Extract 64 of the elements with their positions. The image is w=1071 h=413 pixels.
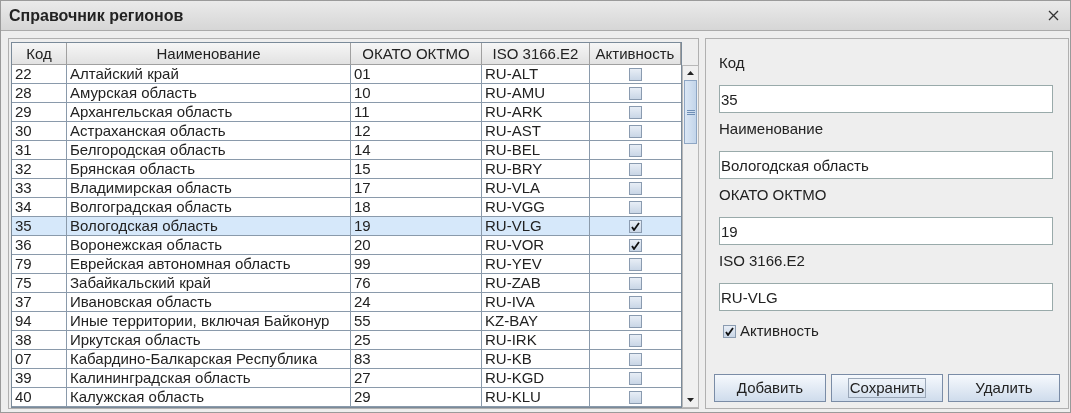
checkbox[interactable]: [629, 219, 642, 233]
table-row[interactable]: 32 Брянская область 15 RU-BRY: [12, 160, 681, 179]
field-label: Наименование: [719, 119, 824, 139]
scroll-thumb[interactable]: [684, 80, 697, 144]
table-row[interactable]: 79 Еврейская автономная область 99 RU-YEV: [12, 255, 681, 274]
grip-icon: [686, 109, 695, 115]
close-icon: [1047, 10, 1059, 21]
table-row[interactable]: 94 Иные территории, включая Байконур 55 KZ-BAY: [12, 312, 681, 331]
column-header[interactable]: Код: [12, 43, 67, 65]
table-row[interactable]: 07 Кабардино-Балкарская Республика 83 RU-KB: [12, 350, 681, 369]
scrollbar[interactable]: [682, 65, 699, 408]
table-row[interactable]: 28 Амурская область 10 RU-AMU: [12, 84, 681, 103]
table-cell: RU-KLU: [482, 388, 590, 407]
table-row[interactable]: 34 Волгоградская область 18 RU-VGG: [12, 198, 681, 217]
checkbox[interactable]: [629, 371, 642, 385]
field-label: ISO 3166.E2: [719, 251, 806, 271]
checkbox[interactable]: [629, 143, 642, 157]
checkbox[interactable]: [629, 238, 642, 252]
checkbox[interactable]: [629, 200, 642, 214]
checkbox[interactable]: [629, 352, 642, 366]
checkbox[interactable]: [629, 276, 642, 290]
table-cell: Калужская область: [67, 388, 351, 407]
input-field[interactable]: Вологодская область: [719, 151, 1053, 179]
checkbox[interactable]: [629, 105, 642, 119]
table-row[interactable]: 37 Ивановская область 24 RU-IVA: [12, 293, 681, 312]
column-header[interactable]: ISO 3166.E2: [482, 43, 590, 65]
checkbox[interactable]: [629, 181, 642, 195]
checkbox[interactable]: [629, 314, 642, 328]
table-row[interactable]: 31 Белгородская область 14 RU-BEL: [12, 141, 681, 160]
action-button[interactable]: Сохранить: [831, 374, 943, 402]
input-field[interactable]: RU-VLG: [719, 283, 1053, 311]
table-row[interactable]: 36 Воронежская область 20 RU-VOR: [12, 236, 681, 255]
input-field[interactable]: 35: [719, 85, 1053, 113]
checkbox[interactable]: [723, 324, 736, 338]
table-row[interactable]: 29 Архангельская область 11 RU-ARK: [12, 103, 681, 122]
table-row[interactable]: 22 Алтайский край 01 RU-ALT: [12, 65, 681, 84]
table-row[interactable]: 38 Иркутская область 25 RU-IRK: [12, 331, 681, 350]
checkbox[interactable]: [629, 162, 642, 176]
table-row[interactable]: 30 Астраханская область 12 RU-AST: [12, 122, 681, 141]
column-header[interactable]: Наименование: [67, 43, 351, 65]
table-cell: 40: [12, 388, 67, 407]
column-header[interactable]: Активность: [590, 43, 681, 65]
action-button[interactable]: Удалить: [948, 374, 1060, 402]
column-header[interactable]: ОКАТО ОКТМО: [351, 43, 482, 65]
check-icon: [725, 326, 734, 336]
table-row[interactable]: 33 Владимирская область 17 RU-VLA: [12, 179, 681, 198]
field-label: Код: [719, 53, 746, 73]
field-label: ОКАТО ОКТМО: [719, 185, 828, 205]
table-row[interactable]: 39 Калининградская область 27 RU-KGD: [12, 369, 681, 388]
table-row[interactable]: 40 Калужская область 29 RU-KLU: [12, 388, 681, 407]
checkbox[interactable]: [629, 257, 642, 271]
checkbox[interactable]: [629, 86, 642, 100]
input-field[interactable]: 19: [719, 217, 1053, 245]
checkbox[interactable]: [629, 390, 642, 404]
table-row[interactable]: 35 Вологодская область 19 RU-VLG: [12, 217, 681, 236]
checkbox[interactable]: [629, 333, 642, 347]
window-title: Справочник регионов: [9, 5, 184, 26]
table-cell: 29: [351, 388, 482, 407]
checkbox[interactable]: [629, 295, 642, 309]
checkbox[interactable]: [629, 124, 642, 138]
table-row[interactable]: 75 Забайкальский край 76 RU-ZAB: [12, 274, 681, 293]
checkbox-label: Активность: [740, 321, 819, 341]
action-button[interactable]: Добавить: [714, 374, 826, 402]
checkbox[interactable]: [629, 67, 642, 81]
